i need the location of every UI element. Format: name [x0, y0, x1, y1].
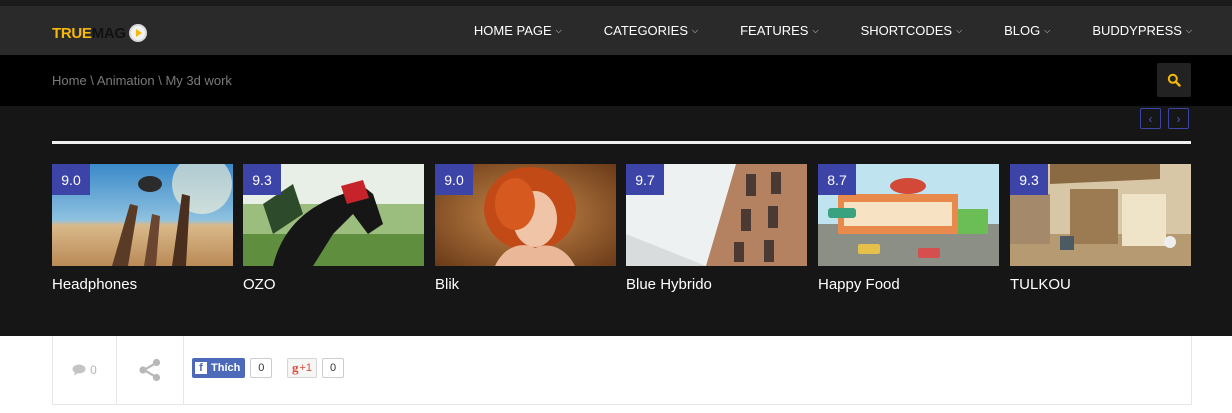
- menu-item-label: CATEGORIES: [603, 23, 689, 38]
- card-title[interactable]: Headphones: [52, 276, 233, 293]
- carousel-card-tulkou[interactable]: 9.3 TULKOU: [1010, 164, 1191, 293]
- thumbnail-image: 8.7: [818, 164, 999, 266]
- breadcrumb-separator: \: [86, 73, 97, 88]
- chevron-right-icon: ›: [1176, 111, 1181, 126]
- main-menu: HOME PAGE ⌵ CATEGORIES ⌵ FEATURES ⌵ SHORTCO…: [432, 6, 1192, 55]
- menu-item-label: BUDDYPRESS: [1092, 23, 1182, 38]
- thumbnail-image: 9.0: [52, 164, 233, 266]
- card-title[interactable]: OZO: [243, 276, 424, 293]
- search-button[interactable]: [1157, 63, 1191, 97]
- breadcrumb-current: My 3d work: [165, 73, 232, 88]
- menu-item-label: FEATURES: [740, 23, 809, 38]
- thumbnail-image: 9.0: [435, 164, 616, 266]
- menu-item-home-page[interactable]: HOME PAGE ⌵: [474, 23, 562, 38]
- carousel-card-blue-hybrido[interactable]: 9.7 Blue Hybrido: [626, 164, 807, 293]
- chevron-down-icon: ⌵: [555, 25, 562, 35]
- google-plus-icon: g: [292, 360, 299, 375]
- google-plus-label: +1: [299, 362, 313, 374]
- google-plus-count: 0: [322, 358, 345, 378]
- score-badge: 9.3: [243, 164, 281, 195]
- google-plus-widget: g +1 0: [287, 358, 345, 378]
- main-navbar: TRUE MAG HOME PAGE ⌵ CATEGORIES ⌵ FEATURES ⌵…: [0, 6, 1232, 55]
- score-badge: 9.0: [435, 164, 473, 195]
- menu-item-blog[interactable]: BLOG ⌵: [1004, 23, 1050, 38]
- card-title[interactable]: Blik: [435, 276, 616, 293]
- score-badge: 8.7: [818, 164, 856, 195]
- thumbnail-image: 9.3: [243, 164, 424, 266]
- chevron-down-icon: ⌵: [1185, 25, 1192, 35]
- score-badge: 9.7: [626, 164, 664, 195]
- search-icon: [1167, 73, 1181, 87]
- menu-item-features[interactable]: FEATURES ⌵: [740, 23, 818, 38]
- chevron-down-icon: ⌵: [812, 25, 819, 35]
- menu-item-label: BLOG: [1004, 23, 1041, 38]
- comment-icon: [72, 364, 86, 376]
- carousel-next-button[interactable]: ›: [1168, 108, 1189, 129]
- chevron-left-icon: ‹: [1148, 111, 1153, 126]
- menu-item-buddypress[interactable]: BUDDYPRESS ⌵: [1092, 23, 1192, 38]
- carousel-card-ozo[interactable]: 9.3 OZO: [243, 164, 424, 293]
- carousel-card-happy-food[interactable]: 8.7 Happy Food: [818, 164, 999, 293]
- facebook-like-count: 0: [250, 358, 273, 378]
- share-bar: 0 f Thích 0 g +1 0: [52, 336, 1192, 405]
- chevron-down-icon: ⌵: [692, 25, 699, 35]
- chevron-down-icon: ⌵: [956, 25, 963, 35]
- score-badge: 9.0: [52, 164, 90, 195]
- google-plus-button[interactable]: g +1: [287, 358, 318, 378]
- site-logo[interactable]: TRUE MAG: [52, 24, 147, 42]
- menu-item-shortcodes[interactable]: SHORTCODES ⌵: [861, 23, 963, 38]
- carousel-card-headphones[interactable]: 9.0 Headphones: [52, 164, 233, 293]
- featured-carousel: ‹ › 9.0 Headphones 9.3 OZO 9.0 Blik 9.7 …: [0, 106, 1232, 336]
- facebook-like-button[interactable]: f Thích: [192, 358, 246, 378]
- breadcrumb: Home \ Animation \ My 3d work: [52, 73, 232, 88]
- carousel-prev-button[interactable]: ‹: [1140, 108, 1161, 129]
- facebook-icon: f: [195, 362, 207, 374]
- logo-text-mag: MAG: [91, 24, 126, 42]
- comments-count-button[interactable]: 0: [53, 336, 117, 404]
- chevron-down-icon: ⌵: [1044, 25, 1051, 35]
- card-title[interactable]: Blue Hybrido: [626, 276, 807, 293]
- menu-item-label: SHORTCODES: [860, 23, 953, 38]
- menu-item-categories[interactable]: CATEGORIES ⌵: [604, 23, 698, 38]
- share-button[interactable]: [117, 336, 184, 404]
- share-icon: [139, 358, 161, 382]
- logo-text-true: TRUE: [52, 24, 92, 42]
- menu-item-label: HOME PAGE: [473, 23, 552, 38]
- carousel-divider: [52, 141, 1191, 144]
- score-badge: 9.3: [1010, 164, 1048, 195]
- card-title[interactable]: TULKOU: [1010, 276, 1191, 293]
- breadcrumb-bar: Home \ Animation \ My 3d work: [0, 55, 1232, 106]
- breadcrumb-animation[interactable]: Animation: [97, 73, 155, 88]
- thumbnail-image: 9.3: [1010, 164, 1191, 266]
- carousel-card-blik[interactable]: 9.0 Blik: [435, 164, 616, 293]
- comments-count: 0: [90, 363, 97, 377]
- thumbnail-image: 9.7: [626, 164, 807, 266]
- card-title[interactable]: Happy Food: [818, 276, 999, 293]
- facebook-like-label: Thích: [211, 362, 241, 374]
- play-icon: [128, 24, 147, 42]
- breadcrumb-home[interactable]: Home: [52, 73, 87, 88]
- breadcrumb-separator: \: [154, 73, 166, 88]
- facebook-like-widget: f Thích 0: [192, 358, 273, 378]
